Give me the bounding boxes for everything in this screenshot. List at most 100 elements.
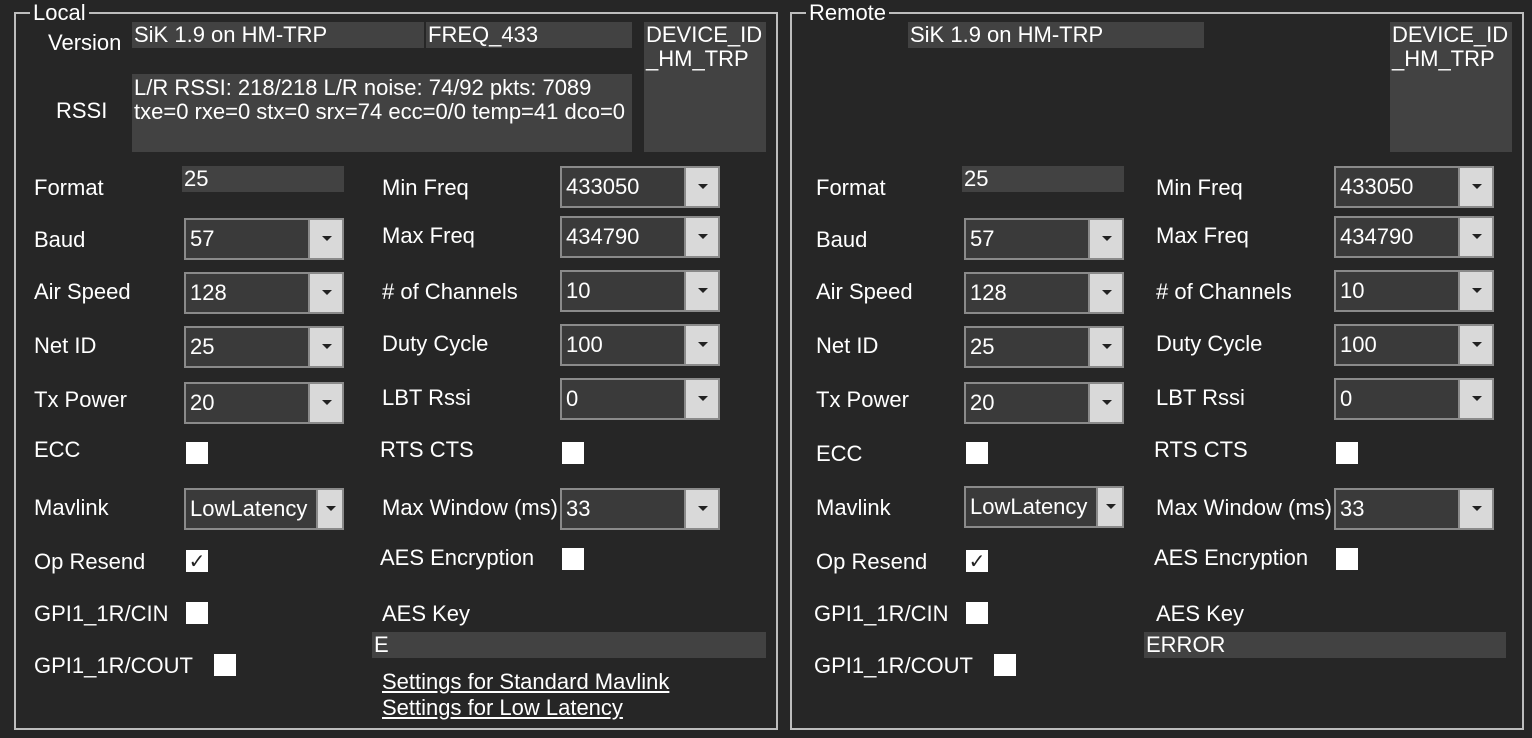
chevron-down-icon[interactable] <box>316 490 342 528</box>
remote-lbt-label: LBT Rssi <box>1156 385 1245 410</box>
remote-lbt-select[interactable]: 0 <box>1334 378 1494 420</box>
remote-baud-select[interactable]: 57 <box>964 218 1124 260</box>
remote-ecc-label: ECC <box>816 441 863 466</box>
remote-mavlink-select[interactable]: LowLatency <box>964 486 1124 528</box>
chevron-down-icon[interactable] <box>308 328 342 366</box>
local-format-label: Format <box>34 175 104 200</box>
remote-baud-value: 57 <box>970 226 995 251</box>
local-lbt-select[interactable]: 0 <box>560 378 720 420</box>
local-gpi-cin-checkbox[interactable] <box>186 602 208 624</box>
local-maxwin-select[interactable]: 33 <box>560 488 720 530</box>
chevron-down-icon[interactable] <box>1458 218 1492 256</box>
chevron-down-icon[interactable] <box>1458 326 1492 364</box>
chevron-down-icon[interactable] <box>684 168 718 206</box>
local-minfreq-select[interactable]: 433050 <box>560 166 720 208</box>
local-txpower-label: Tx Power <box>34 387 127 412</box>
remote-txpower-select[interactable]: 20 <box>964 382 1124 424</box>
remote-maxwin-value: 33 <box>1340 496 1365 521</box>
local-maxfreq-select[interactable]: 434790 <box>560 216 720 258</box>
local-aeskey-input[interactable]: E <box>372 632 766 658</box>
chevron-down-icon[interactable] <box>1096 488 1122 526</box>
local-aeskey-label: AES Key <box>382 601 471 626</box>
chevron-down-icon[interactable] <box>308 274 342 312</box>
local-aes-label: AES Encryption <box>380 545 535 570</box>
remote-gpi-cout-label: GPI1_1R/COUT <box>814 653 973 678</box>
chevron-down-icon[interactable] <box>684 380 718 418</box>
local-mavlink-select[interactable]: LowLatency <box>184 488 344 530</box>
chevron-down-icon[interactable] <box>1088 220 1122 258</box>
local-ecc-label: ECC <box>34 437 81 462</box>
chevron-down-icon[interactable] <box>1088 328 1122 366</box>
remote-duty-value: 100 <box>1340 332 1377 357</box>
remote-minfreq-label: Min Freq <box>1156 175 1243 200</box>
remote-airspeed-value: 128 <box>970 280 1007 305</box>
local-opresend-label: Op Resend <box>34 549 146 574</box>
remote-ecc-checkbox[interactable] <box>966 442 988 464</box>
remote-maxwin-select[interactable]: 33 <box>1334 488 1494 530</box>
remote-duty-label: Duty Cycle <box>1156 331 1263 356</box>
chevron-down-icon[interactable] <box>684 218 718 256</box>
local-maxfreq-value: 434790 <box>566 224 640 249</box>
local-mavlink-label: Mavlink <box>34 495 109 520</box>
remote-mavlink-value: LowLatency <box>970 494 1088 519</box>
local-gpi-cin-label: GPI1_1R/CIN <box>34 601 169 626</box>
remote-baud-label: Baud <box>816 227 868 252</box>
remote-aes-checkbox[interactable] <box>1336 548 1358 570</box>
remote-duty-select[interactable]: 100 <box>1334 324 1494 366</box>
remote-lbt-value: 0 <box>1340 386 1353 411</box>
remote-rtscts-checkbox[interactable] <box>1336 442 1358 464</box>
local-netid-select[interactable]: 25 <box>184 326 344 368</box>
remote-aeskey-input[interactable]: ERROR <box>1144 632 1506 658</box>
chevron-down-icon[interactable] <box>1458 380 1492 418</box>
settings-standard-mavlink-link[interactable]: Settings for Standard Mavlink <box>382 669 669 695</box>
chevron-down-icon[interactable] <box>684 490 718 528</box>
local-airspeed-select[interactable]: 128 <box>184 272 344 314</box>
local-gpi-cout-checkbox[interactable] <box>214 654 236 676</box>
local-aes-checkbox[interactable] <box>562 548 584 570</box>
remote-format-label: Format <box>816 175 886 200</box>
remote-aes-label: AES Encryption <box>1154 545 1309 570</box>
chevron-down-icon[interactable] <box>1458 272 1492 310</box>
local-opresend-checkbox[interactable]: ✓ <box>186 550 208 572</box>
local-channels-select[interactable]: 10 <box>560 270 720 312</box>
settings-low-latency-link[interactable]: Settings for Low Latency <box>382 695 623 721</box>
chevron-down-icon[interactable] <box>308 220 342 258</box>
local-baud-select[interactable]: 57 <box>184 218 344 260</box>
local-device-id-field: DEVICE_ID _HM_TRP <box>644 22 766 152</box>
local-minfreq-value: 433050 <box>566 174 640 199</box>
chevron-down-icon[interactable] <box>1088 274 1122 312</box>
local-version-label: Version <box>48 30 122 55</box>
local-channels-label: # of Channels <box>382 279 518 304</box>
remote-netid-value: 25 <box>970 334 995 359</box>
local-baud-label: Baud <box>34 227 86 252</box>
local-duty-select[interactable]: 100 <box>560 324 720 366</box>
remote-minfreq-value: 433050 <box>1340 174 1414 199</box>
local-rtscts-checkbox[interactable] <box>562 442 584 464</box>
remote-opresend-checkbox[interactable]: ✓ <box>966 550 988 572</box>
local-rtscts-label: RTS CTS <box>380 437 474 462</box>
chevron-down-icon[interactable] <box>1458 490 1492 528</box>
remote-channels-select[interactable]: 10 <box>1334 270 1494 312</box>
local-channels-value: 10 <box>566 278 591 303</box>
remote-mavlink-label: Mavlink <box>816 495 891 520</box>
chevron-down-icon[interactable] <box>1088 384 1122 422</box>
remote-gpi-cin-checkbox[interactable] <box>966 602 988 624</box>
local-txpower-select[interactable]: 20 <box>184 382 344 424</box>
chevron-down-icon[interactable] <box>684 326 718 364</box>
local-ecc-checkbox[interactable] <box>186 442 208 464</box>
remote-minfreq-select[interactable]: 433050 <box>1334 166 1494 208</box>
local-version-field: SiK 1.9 on HM-TRP <box>132 22 424 48</box>
chevron-down-icon[interactable] <box>308 384 342 422</box>
remote-netid-select[interactable]: 25 <box>964 326 1124 368</box>
remote-airspeed-select[interactable]: 128 <box>964 272 1124 314</box>
local-maxfreq-label: Max Freq <box>382 223 475 248</box>
chevron-down-icon[interactable] <box>684 272 718 310</box>
local-maxwin-value: 33 <box>566 496 591 521</box>
local-airspeed-value: 128 <box>190 280 227 305</box>
remote-maxfreq-label: Max Freq <box>1156 223 1249 248</box>
chevron-down-icon[interactable] <box>1458 168 1492 206</box>
remote-device-id-field: DEVICE_ID _HM_TRP <box>1390 22 1512 152</box>
remote-gpi-cout-checkbox[interactable] <box>994 654 1016 676</box>
remote-channels-label: # of Channels <box>1156 279 1292 304</box>
remote-maxfreq-select[interactable]: 434790 <box>1334 216 1494 258</box>
